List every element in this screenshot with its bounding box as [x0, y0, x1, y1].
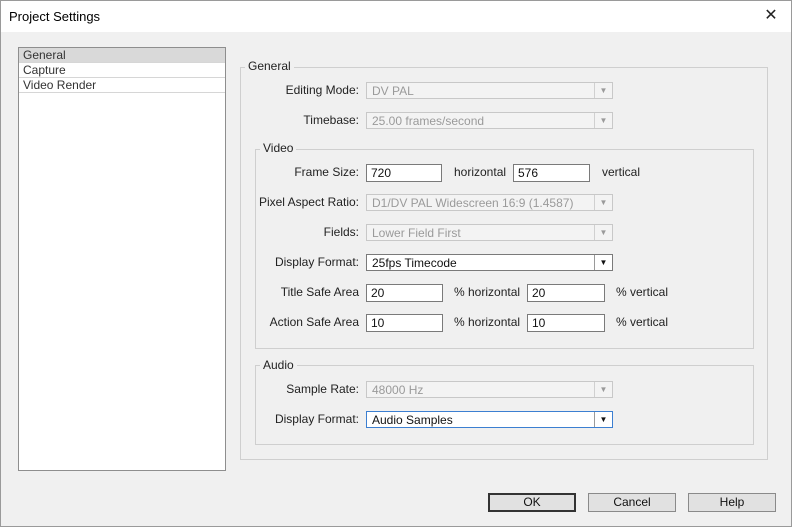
action-safe-horizontal-field[interactable]: 10: [366, 314, 443, 332]
fields-label: Fields:: [323, 225, 359, 239]
audio-group: [255, 365, 754, 445]
frame-height-field[interactable]: 576: [513, 164, 590, 182]
close-icon[interactable]: ✕: [759, 4, 783, 28]
chevron-down-icon: ▼: [594, 225, 612, 240]
settings-category-list: General Capture Video Render: [18, 47, 226, 471]
pixel-aspect-ratio-dropdown: D1/DV PAL Widescreen 16:9 (1.4587) ▼: [366, 194, 613, 211]
title-safe-horizontal-label: % horizontal: [454, 285, 521, 299]
audio-display-format-label: Display Format:: [274, 412, 359, 426]
sidebar-item-video-render[interactable]: Video Render: [19, 78, 225, 93]
video-display-format-value: 25fps Timecode: [372, 256, 457, 270]
frame-width-field[interactable]: 720: [366, 164, 442, 182]
frame-vertical-label: vertical: [602, 165, 641, 179]
chevron-down-icon: ▼: [594, 83, 612, 98]
chevron-down-icon: ▼: [594, 113, 612, 128]
title-safe-vertical-field[interactable]: 20: [527, 284, 605, 302]
sample-rate-label: Sample Rate:: [286, 382, 359, 396]
timebase-dropdown: 25.00 frames/second ▼: [366, 112, 613, 129]
chevron-down-icon: ▼: [594, 195, 612, 210]
sidebar-item-general[interactable]: General: [19, 48, 225, 63]
chevron-down-icon: ▼: [594, 382, 612, 397]
fields-value: Lower Field First: [372, 226, 461, 240]
frame-horizontal-label: horizontal: [454, 165, 507, 179]
editing-mode-dropdown: DV PAL ▼: [366, 82, 613, 99]
cancel-button[interactable]: Cancel: [588, 493, 676, 512]
fields-dropdown: Lower Field First ▼: [366, 224, 613, 241]
pixel-aspect-ratio-label: Pixel Aspect Ratio:: [258, 195, 359, 209]
window-title: Project Settings: [9, 9, 101, 24]
title-bar: Project Settings ✕: [1, 1, 791, 32]
audio-group-legend: Audio: [260, 358, 297, 372]
editing-mode-value: DV PAL: [372, 84, 414, 98]
action-safe-area-label: Action Safe Area: [269, 315, 359, 329]
sample-rate-dropdown: 48000 Hz ▼: [366, 381, 613, 398]
general-group-legend: General: [245, 59, 294, 73]
title-safe-area-label: Title Safe Area: [280, 285, 359, 299]
sample-rate-value: 48000 Hz: [372, 383, 424, 397]
timebase-label: Timebase:: [303, 113, 359, 127]
video-display-format-label: Display Format:: [274, 255, 359, 269]
title-safe-vertical-label: % vertical: [616, 285, 669, 299]
video-group-legend: Video: [260, 141, 297, 155]
ok-button[interactable]: OK: [488, 493, 576, 512]
audio-display-format-value: Audio Samples: [372, 413, 453, 427]
sidebar-item-capture[interactable]: Capture: [19, 63, 225, 78]
chevron-down-icon[interactable]: ▼: [594, 255, 612, 270]
help-button[interactable]: Help: [688, 493, 776, 512]
action-safe-horizontal-label: % horizontal: [454, 315, 521, 329]
editing-mode-label: Editing Mode:: [285, 83, 359, 97]
frame-size-label: Frame Size:: [294, 165, 359, 179]
timebase-value: 25.00 frames/second: [372, 114, 485, 128]
action-safe-vertical-field[interactable]: 10: [527, 314, 605, 332]
audio-display-format-dropdown[interactable]: Audio Samples ▼: [366, 411, 613, 428]
pixel-aspect-ratio-value: D1/DV PAL Widescreen 16:9 (1.4587): [372, 196, 574, 210]
chevron-down-icon[interactable]: ▼: [594, 412, 612, 427]
project-settings-dialog: Project Settings ✕ General Capture Video…: [0, 0, 792, 527]
action-safe-vertical-label: % vertical: [616, 315, 669, 329]
video-display-format-dropdown[interactable]: 25fps Timecode ▼: [366, 254, 613, 271]
title-safe-horizontal-field[interactable]: 20: [366, 284, 443, 302]
